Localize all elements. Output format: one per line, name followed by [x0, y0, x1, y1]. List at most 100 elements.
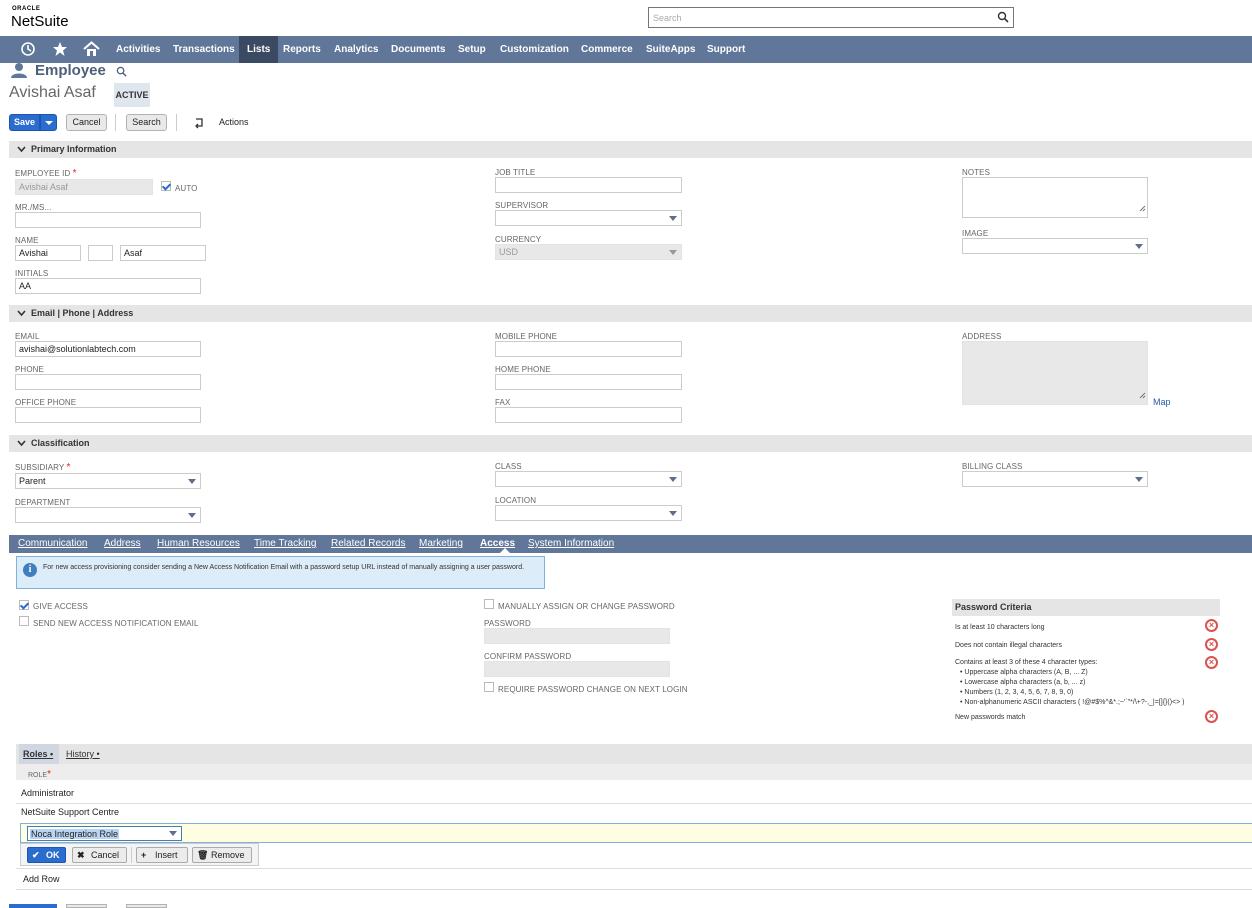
- save-dropdown-button[interactable]: [40, 114, 57, 131]
- save-button[interactable]: Save: [9, 114, 40, 131]
- row-edit-buttons: ✔ OK ✖ Cancel + Insert 🗑 Remove: [20, 843, 259, 866]
- section-email-phone-address[interactable]: Email | Phone | Address: [9, 305, 1252, 322]
- nav-support[interactable]: Support: [699, 36, 753, 63]
- nav-setup[interactable]: Setup: [450, 36, 494, 63]
- table-row[interactable]: Administrator: [21, 788, 74, 798]
- auto-checkbox[interactable]: [161, 181, 171, 191]
- subtab-bar: Communication Address Human Resources Ti…: [9, 535, 1252, 553]
- role-select[interactable]: Noca Integration Role: [27, 826, 182, 841]
- add-row-link[interactable]: Add Row: [23, 874, 60, 884]
- notes-label: NOTES: [962, 168, 991, 177]
- tab-history[interactable]: History •: [66, 749, 100, 759]
- home-icon[interactable]: [83, 41, 100, 59]
- last-name-field[interactable]: Asaf: [120, 245, 206, 261]
- section-primary-information[interactable]: Primary Information: [9, 141, 1252, 158]
- record-search-icon[interactable]: [116, 66, 127, 79]
- status-badge: ACTIVE: [114, 83, 150, 107]
- row-divider: [16, 803, 1252, 804]
- bottom-search-button[interactable]: [126, 904, 167, 908]
- actions-menu[interactable]: Actions: [219, 117, 249, 127]
- tab-address[interactable]: Address: [104, 538, 141, 549]
- phone-label: PHONE: [15, 365, 44, 374]
- bottom-save-button[interactable]: [9, 904, 57, 908]
- nav-analytics[interactable]: Analytics: [326, 36, 386, 63]
- give-access-checkbox[interactable]: [19, 600, 29, 610]
- row-divider: [16, 868, 1252, 869]
- mr-ms-field[interactable]: [15, 212, 201, 228]
- search-button[interactable]: Search: [126, 114, 167, 131]
- chevron-down-icon: [188, 479, 196, 484]
- department-select[interactable]: [15, 507, 201, 523]
- nav-documents[interactable]: Documents: [383, 36, 453, 63]
- email-field[interactable]: avishai@solutionlabtech.com: [15, 341, 201, 357]
- nav-suiteapps[interactable]: SuiteApps: [638, 36, 703, 63]
- cancel-button[interactable]: Cancel: [66, 114, 107, 131]
- recent-records-icon[interactable]: [20, 41, 36, 59]
- tab-human-resources[interactable]: Human Resources: [157, 538, 240, 549]
- table-row[interactable]: NetSuite Support Centre: [21, 807, 119, 817]
- search-icon[interactable]: [997, 11, 1009, 25]
- home-phone-field[interactable]: [495, 374, 682, 390]
- mobile-phone-label: MOBILE PHONE: [495, 332, 558, 341]
- mobile-phone-field[interactable]: [495, 341, 682, 357]
- require-change-checkbox[interactable]: [484, 682, 494, 692]
- middle-name-field[interactable]: [88, 245, 113, 261]
- bottom-cancel-button[interactable]: [66, 904, 107, 908]
- section-classification[interactable]: Classification: [9, 435, 1252, 452]
- nav-customization[interactable]: Customization: [492, 36, 577, 63]
- subsidiary-select[interactable]: Parent: [15, 473, 201, 489]
- ok-button[interactable]: ✔ OK: [27, 847, 66, 863]
- resize-handle-icon[interactable]: [1139, 202, 1146, 216]
- password-criteria-title: Password Criteria: [952, 599, 1220, 616]
- fax-field[interactable]: [495, 407, 682, 423]
- map-link[interactable]: Map: [1153, 397, 1171, 407]
- image-label: IMAGE: [962, 229, 989, 238]
- resize-handle-icon: [1139, 389, 1146, 403]
- send-notification-checkbox[interactable]: [19, 616, 29, 626]
- office-phone-field[interactable]: [15, 407, 201, 423]
- tab-system-information[interactable]: System Information: [528, 538, 614, 549]
- netsuite-logo[interactable]: NetSuite: [11, 13, 69, 30]
- notes-textarea[interactable]: [962, 177, 1148, 218]
- supervisor-select[interactable]: [495, 210, 682, 226]
- tab-marketing[interactable]: Marketing: [419, 538, 463, 549]
- main-nav: Activities Transactions Lists Reports An…: [0, 36, 1252, 63]
- manually-assign-checkbox[interactable]: [484, 599, 494, 609]
- nav-lists[interactable]: Lists: [239, 36, 279, 63]
- billing-class-select[interactable]: [962, 471, 1148, 487]
- nav-activities[interactable]: Activities: [108, 36, 168, 63]
- name-label: NAME: [15, 236, 39, 245]
- tab-related-records[interactable]: Related Records: [331, 538, 405, 549]
- job-title-label: JOB TITLE: [495, 168, 536, 177]
- nav-reports[interactable]: Reports: [275, 36, 329, 63]
- employee-id-field: Avishai Asaf: [15, 179, 153, 195]
- toolbar-divider: [176, 114, 177, 131]
- star-icon[interactable]: [52, 41, 68, 59]
- tab-time-tracking[interactable]: Time Tracking: [254, 538, 316, 549]
- image-select[interactable]: [962, 238, 1148, 254]
- require-change-label: REQUIRE PASSWORD CHANGE ON NEXT LOGIN: [498, 685, 688, 694]
- currency-label: CURRENCY: [495, 235, 542, 244]
- job-title-field[interactable]: [495, 177, 682, 193]
- row-cancel-button[interactable]: ✖ Cancel: [72, 847, 127, 863]
- criteria-char-types: Contains at least 3 of these 4 character…: [955, 659, 1098, 666]
- initials-field[interactable]: AA: [15, 278, 201, 294]
- insert-button[interactable]: + Insert: [136, 847, 188, 863]
- employee-id-label: EMPLOYEE ID *: [15, 168, 77, 179]
- class-select[interactable]: [495, 471, 682, 487]
- actions-icon[interactable]: [193, 116, 206, 131]
- first-name-field[interactable]: Avishai: [15, 245, 81, 261]
- password-label: PASSWORD: [484, 619, 531, 628]
- tab-communication[interactable]: Communication: [18, 538, 87, 549]
- phone-field[interactable]: [15, 374, 201, 390]
- chevron-down-icon: [17, 309, 26, 319]
- nav-commerce[interactable]: Commerce: [573, 36, 641, 63]
- chevron-down-icon: [669, 216, 677, 221]
- global-search-input[interactable]: Search: [648, 7, 1014, 28]
- record-name: Avishai Asaf: [9, 84, 96, 101]
- location-select[interactable]: [495, 505, 682, 521]
- nav-transactions[interactable]: Transactions: [165, 36, 243, 63]
- remove-button[interactable]: 🗑 Remove: [192, 847, 252, 863]
- subsidiary-label: SUBSIDIARY *: [15, 462, 71, 473]
- tab-roles[interactable]: Roles •: [23, 749, 53, 759]
